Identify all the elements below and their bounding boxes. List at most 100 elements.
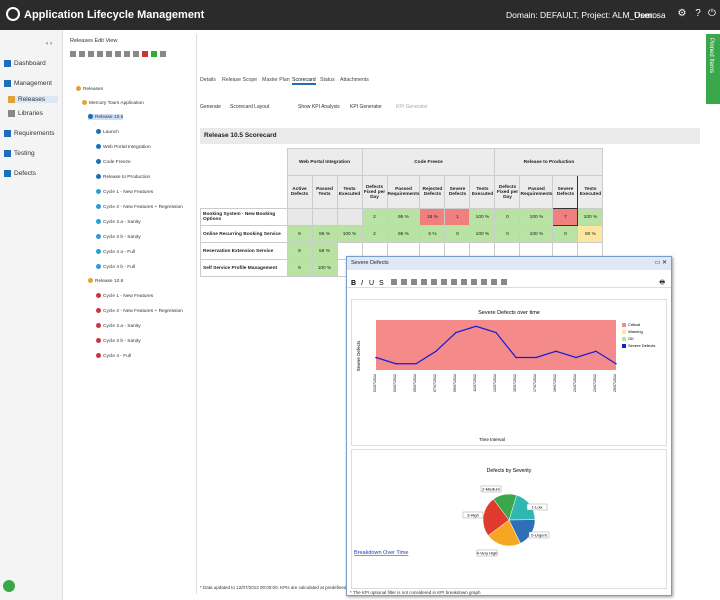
tree-node[interactable]: Mercury Tours Application [82, 100, 144, 106]
tree-node[interactable]: Cycle 3 a - Sanity [96, 323, 141, 329]
nav-releases[interactable]: Releases [8, 96, 58, 104]
data-point [595, 350, 597, 353]
tree-node[interactable]: Web Portal Integration [96, 144, 151, 150]
nav-defects[interactable]: Defects [4, 170, 36, 177]
window-title: Severe Defects [351, 260, 389, 266]
defects-by-severity-panel: Defects by Severity 2-Medium 3-High 4-Very… [351, 449, 667, 589]
nav-management[interactable]: Management [4, 80, 52, 87]
column-header: Defects Fixed per Day [361, 175, 388, 209]
data-point [575, 356, 577, 359]
window-toolbar: BI US 🖶 [347, 276, 671, 288]
status-icon[interactable] [3, 580, 15, 592]
tree-node[interactable]: Launch [96, 129, 119, 135]
table-row[interactable]: Online Recurring Booking Service 9 95 % … [200, 225, 604, 243]
data-point [555, 350, 557, 353]
severe-defects-line-chart: Severe Defects over time Severe Defects … [356, 310, 655, 442]
breakdown-over-time-link[interactable]: Breakdown Over Time [354, 550, 408, 556]
collapse-nav-icon[interactable]: ‹ › [46, 40, 52, 47]
defects-icon [4, 170, 11, 177]
nav-testing[interactable]: Testing [4, 150, 35, 157]
tree-node[interactable]: Cycle 1 - New Features [96, 189, 153, 195]
tab-details[interactable]: Details [200, 77, 216, 83]
legend-label: OK [628, 336, 634, 341]
tree-node[interactable]: Cycle 3 a - Sanity [96, 219, 141, 225]
column-header: Rejected Defects [419, 175, 446, 209]
nav-requirements[interactable]: Requirements [4, 130, 54, 137]
nav-dashboard[interactable]: Dashboard [4, 60, 46, 67]
testing-icon [4, 150, 11, 157]
tree-node[interactable]: Code Freeze [96, 159, 131, 165]
data-point [515, 356, 517, 359]
app-title: Application Lifecycle Management [24, 9, 205, 21]
tab-attachments[interactable]: Attachments [340, 77, 369, 83]
tree-menu[interactable]: Releases Edit View [70, 38, 117, 44]
severe-defects-window: Severe Defects ▭ ✕ BI US 🖶 Severe Defect… [346, 256, 672, 596]
x-tick-label: 09/07/2012 [453, 374, 457, 392]
kpi-generator-button[interactable]: KPI Generator [350, 104, 382, 110]
print-icon[interactable]: 🖶 [659, 278, 665, 288]
scorecard-footnote: * Data updated to 12/07/2012 00:00:00. K… [200, 585, 359, 590]
tree-node[interactable]: Release 10.6 [88, 278, 123, 284]
alm-logo-icon [6, 7, 20, 21]
tree-node[interactable]: Cycle 1 - New Features [96, 293, 153, 299]
x-tick-label: 01/07/2012 [373, 374, 377, 392]
tree-node[interactable]: Cycle 2 - New Features + Regression [96, 204, 183, 210]
column-header: Passed Requirements [386, 175, 421, 209]
tab-release-scope[interactable]: Release Scope [222, 77, 257, 83]
management-icon [4, 80, 11, 87]
tab-master-plan[interactable]: Master Plan [262, 77, 290, 83]
svg-text:B: B [351, 280, 356, 286]
column-header: Defects Fixed per Day [494, 175, 521, 209]
tree-node[interactable]: Release to Production [96, 174, 150, 180]
x-tick-label: 05/07/2012 [413, 374, 417, 392]
tree-node[interactable]: Cycle 2 - New Features + Regression [96, 308, 183, 314]
column-header: Active Defects [286, 175, 313, 209]
kpi-generator-disabled-button[interactable]: KPI Generator [396, 104, 428, 110]
column-header: Passed Requirements [519, 175, 554, 209]
x-tick-label: 03/07/2012 [393, 374, 397, 392]
tab-status[interactable]: Status [320, 77, 335, 83]
tree-node[interactable]: Cycle 3 b - Sanity [96, 234, 141, 240]
power-icon[interactable]: ⏻ [706, 8, 718, 20]
top-bar: Application Lifecycle Management Domain:… [0, 0, 720, 30]
data-point [395, 362, 397, 365]
show-kpi-analysis-button[interactable]: Show KPI Analysis [298, 104, 340, 110]
nav-libraries[interactable]: Libraries [8, 110, 43, 117]
tree-node[interactable]: Cycle 3 b - Sanity [96, 338, 141, 344]
left-navigation: ‹ › Dashboard Management Releases Librar… [0, 30, 63, 600]
tree-node[interactable]: Release 10.5 [88, 114, 124, 120]
x-tick-label: 07/07/2012 [433, 374, 437, 392]
generate-button[interactable]: Generate [200, 104, 221, 110]
x-tick-label: 19/07/2012 [553, 374, 557, 392]
pie-title: Defects by Severity [487, 468, 532, 474]
svg-text:I: I [361, 280, 363, 286]
data-point [615, 362, 617, 365]
tree-node[interactable]: Cycle 4 b - Full [96, 264, 135, 270]
window-controls-icon[interactable]: ▭ ✕ [655, 259, 667, 266]
table-row[interactable]: Booking System - New Booking Options 2 9… [200, 208, 604, 226]
scorecard-layout-button[interactable]: Scorecard Layout [230, 104, 269, 110]
tree-node[interactable]: Cycle 4 a - Full [96, 249, 135, 255]
panel-splitter[interactable] [196, 34, 197, 594]
column-header: Severe Defects [444, 175, 471, 209]
svg-text:S: S [379, 280, 384, 286]
x-tick-label: 23/07/2012 [593, 374, 597, 392]
group-header: Release to Production [494, 148, 604, 176]
pie-label: 4-Very High [477, 551, 498, 556]
pinned-items-tab[interactable]: Pinned Items [706, 34, 720, 104]
critical-band [376, 320, 616, 370]
legend-swatch [622, 344, 626, 348]
help-icon[interactable]: ? [692, 8, 704, 20]
data-point [415, 362, 417, 365]
formatting-toolbar-icons[interactable]: BI US [351, 278, 551, 287]
legend-label: Severe Defects [628, 343, 655, 348]
libraries-icon [8, 110, 15, 117]
window-titlebar[interactable]: Severe Defects ▭ ✕ [347, 257, 671, 270]
x-tick-label: 25/07/2012 [613, 374, 617, 392]
user-menu[interactable]: User: sa [634, 10, 666, 20]
column-header: Tests Executed [469, 175, 496, 209]
tree-node[interactable]: Releases [76, 86, 103, 92]
tab-scorecard[interactable]: Scorecard [292, 77, 316, 85]
tree-node[interactable]: Cycle 4 - Full [96, 353, 131, 359]
settings-icon[interactable]: ⚙ [676, 8, 688, 20]
